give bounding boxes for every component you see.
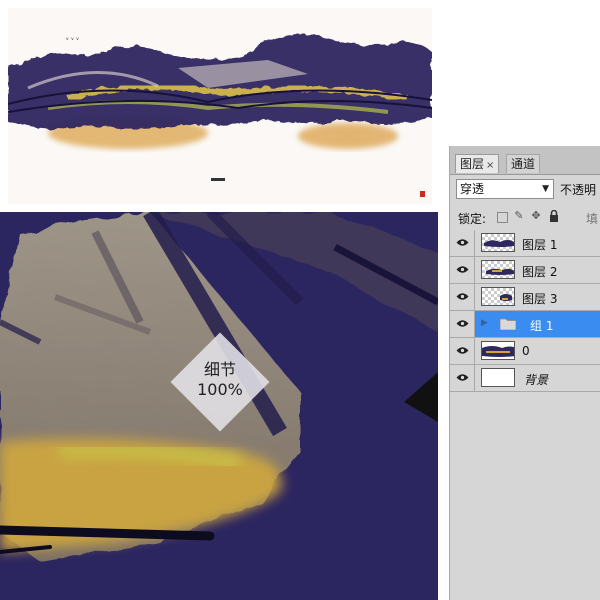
brush-lock-icon[interactable]: ✎	[513, 210, 525, 222]
lock-row: 锁定: ✎ ✥ 填	[450, 206, 600, 228]
detail-badge-text: 细节 100%	[170, 360, 270, 400]
layer-name: 0	[522, 344, 530, 358]
layer-name: 图层 2	[522, 265, 558, 279]
visibility-eye-icon[interactable]	[450, 284, 475, 310]
layer-group-row[interactable]: ▶ 组 1	[450, 311, 600, 338]
visibility-eye-icon[interactable]	[450, 338, 475, 364]
layer-row[interactable]: 背景	[450, 365, 600, 392]
visibility-eye-icon[interactable]	[450, 230, 475, 256]
blend-mode-select[interactable]: 穿透 ▼	[456, 179, 554, 199]
padlock-icon[interactable]	[548, 209, 560, 222]
visibility-eye-icon[interactable]	[450, 365, 475, 391]
panel-tabs: 图层 × 通道	[450, 146, 600, 175]
zoomed-detail-view: 细节 100%	[0, 212, 438, 600]
transparency-lock-icon[interactable]	[497, 212, 508, 223]
detail-value: 100%	[197, 380, 243, 399]
landscape-preview-image: ᵥ ᵥ ᵥ	[8, 8, 432, 204]
layer-thumbnail	[481, 341, 515, 360]
layer-thumbnail	[481, 287, 515, 306]
visibility-eye-icon[interactable]	[450, 257, 475, 283]
blend-mode-value: 穿透	[460, 182, 485, 196]
layer-name: 背景	[524, 373, 549, 387]
detail-label: 细节	[203, 360, 236, 379]
folder-icon	[500, 318, 516, 330]
layer-thumbnail	[481, 260, 515, 279]
svg-text:ᵥ ᵥ ᵥ: ᵥ ᵥ ᵥ	[66, 34, 79, 42]
fill-label: 填	[586, 212, 599, 226]
group-expand-arrow-icon[interactable]: ▶	[481, 318, 488, 328]
visibility-eye-icon[interactable]	[450, 311, 475, 337]
layer-name: 图层 3	[522, 292, 558, 306]
layer-row[interactable]: 0	[450, 338, 600, 365]
tab-close-icon[interactable]: ×	[486, 160, 494, 171]
ink-landscape-painting: ᵥ ᵥ ᵥ	[8, 34, 432, 197]
layer-row[interactable]: 图层 1	[450, 230, 600, 257]
tab-channels-label: 通道	[511, 157, 536, 171]
layer-thumbnail	[481, 233, 515, 252]
layer-row[interactable]: 图层 2	[450, 257, 600, 284]
layer-name: 图层 1	[522, 238, 558, 252]
tab-layers-label: 图层	[460, 157, 485, 171]
group-name: 组 1	[530, 319, 554, 333]
opacity-label: 不透明	[560, 183, 597, 197]
layers-panel: 图层 × 通道 穿透 ▼ 不透明 锁定: ✎ ✥ 填 图层 1 图层 2 图层 …	[449, 146, 600, 600]
tab-channels[interactable]: 通道	[506, 154, 541, 173]
detail-level-badge: 细节 100%	[170, 332, 270, 432]
layer-row[interactable]: 图层 3	[450, 284, 600, 311]
dropdown-arrow-icon: ▼	[542, 184, 549, 194]
layer-thumbnail	[481, 368, 515, 387]
lock-label: 锁定:	[458, 212, 487, 226]
move-lock-icon[interactable]: ✥	[530, 210, 542, 222]
tab-layers[interactable]: 图层 ×	[455, 154, 500, 173]
